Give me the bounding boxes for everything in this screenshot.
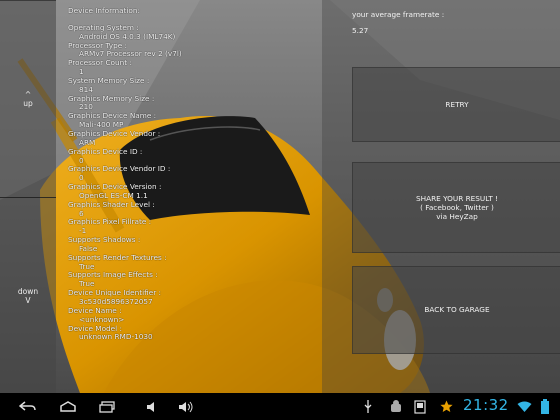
star-icon: [439, 398, 453, 415]
down-arrow-icon: V: [25, 296, 31, 305]
garage-label: BACK TO GARAGE: [424, 305, 490, 315]
device-info-key: Supports Render Textures :: [68, 252, 167, 262]
status-clock: 21:32: [463, 396, 509, 414]
device-info-key: Graphics Device Vendor :: [68, 128, 161, 138]
framerate-label: your average framerate :: [352, 10, 445, 19]
device-info-key: Graphics Pixel Fillrate :: [68, 217, 152, 227]
left-panel: ^ up down V: [0, 0, 56, 395]
recent-apps-icon[interactable]: [98, 398, 118, 415]
back-icon[interactable]: [18, 398, 38, 415]
device-info-key: Processor Count :: [68, 58, 132, 68]
retry-label: RETRY: [445, 99, 469, 109]
android-debug-icon: [389, 398, 403, 415]
device-info-key: Supports Shadows :: [68, 235, 141, 245]
framerate-value: 5.27: [352, 26, 369, 35]
share-line2: ( Facebook, Twitter ): [420, 202, 494, 212]
device-info-title: Device Information:: [68, 6, 140, 15]
retry-button[interactable]: RETRY: [352, 67, 560, 142]
device-info-panel: Device Information: Operating System : An…: [68, 6, 268, 342]
scroll-up-button[interactable]: ^ up: [0, 0, 56, 198]
device-info-key: Graphics Shader Level :: [68, 199, 155, 209]
volume-down-icon[interactable]: [145, 398, 159, 415]
back-to-garage-button[interactable]: BACK TO GARAGE: [352, 266, 560, 354]
home-icon[interactable]: [58, 398, 78, 415]
down-label: down: [17, 287, 39, 296]
device-info-key: Supports Image Effects :: [68, 270, 158, 280]
screenshot-icon: [413, 398, 427, 415]
scroll-down-button[interactable]: down V: [0, 197, 56, 395]
device-info-key: Graphics Device ID :: [68, 146, 143, 156]
up-arrow-icon: ^: [24, 90, 32, 99]
up-label: up: [23, 99, 33, 108]
share-result-button[interactable]: SHARE YOUR RESULT ! ( Facebook, Twitter …: [352, 162, 560, 253]
volume-up-icon[interactable]: [177, 398, 195, 415]
battery-icon: [537, 398, 553, 415]
usb-icon: [362, 398, 374, 415]
share-line1: SHARE YOUR RESULT !: [415, 193, 499, 203]
device-info-value: unknown RMD-1030: [79, 332, 153, 342]
share-line3: via HeyZap: [436, 212, 478, 222]
device-info-key: Graphics Device Vendor ID :: [68, 164, 171, 174]
device-info-key: System Memory Size :: [68, 75, 150, 85]
wifi-icon: [516, 398, 532, 415]
device-info-key: Graphics Memory Size :: [68, 93, 155, 103]
